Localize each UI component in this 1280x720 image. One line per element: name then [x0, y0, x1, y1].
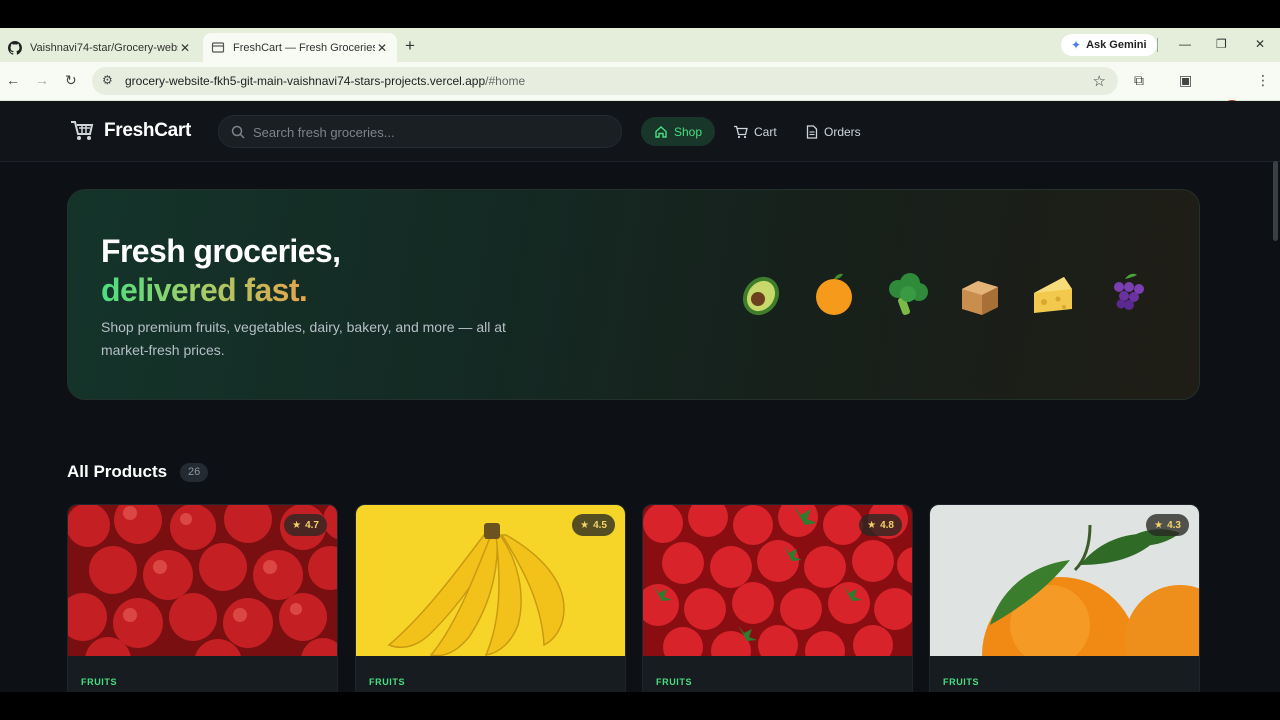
product-card[interactable]: ★ 4.7 FRUITS: [67, 504, 338, 692]
hero-emoji-row: [738, 268, 1149, 320]
reload-icon[interactable]: ↻: [65, 72, 77, 89]
site-info-icon[interactable]: ⚙: [102, 73, 113, 87]
product-category: FRUITS: [369, 677, 406, 687]
rating-badge: ★ 4.7: [284, 514, 327, 536]
products-count-badge: 26: [180, 463, 209, 482]
rating-badge: ★ 4.3: [1146, 514, 1189, 536]
gemini-label: Ask Gemini: [1086, 39, 1147, 51]
restore-icon[interactable]: ❐: [1216, 37, 1227, 51]
site-header: FreshCart Shop Cart Orders: [0, 101, 1280, 162]
rating-badge: ★ 4.5: [572, 514, 615, 536]
ask-gemini-button[interactable]: ✦ Ask Gemini: [1061, 34, 1157, 56]
tab-title: FreshCart — Fresh Groceries, D: [233, 41, 375, 54]
product-card[interactable]: ★ 4.3 FRUITS: [929, 504, 1200, 692]
product-category: FRUITS: [943, 677, 980, 687]
scrollbar[interactable]: [1273, 161, 1278, 241]
product-card[interactable]: ★ 4.8 FRUITS: [642, 504, 913, 692]
products-title: All Products: [67, 462, 168, 481]
divider: [1157, 38, 1158, 52]
product-category: FRUITS: [81, 677, 118, 687]
brand-logo[interactable]: FreshCart: [104, 120, 191, 142]
browser-window: Vaishnavi74-star/Grocery-webs ✕ FreshCar…: [0, 28, 1280, 692]
star-icon: ★: [580, 519, 590, 531]
nav-label: Orders: [824, 124, 861, 139]
home-icon: [655, 125, 667, 138]
nav-cart[interactable]: Cart: [720, 117, 790, 146]
nav-label: Shop: [674, 124, 703, 139]
product-card[interactable]: ★ 4.5 FRUITS: [355, 504, 626, 692]
menu-icon[interactable]: ⋮: [1256, 72, 1270, 89]
tab-strip: Vaishnavi74-star/Grocery-webs ✕ FreshCar…: [0, 28, 1280, 62]
search-input[interactable]: [253, 123, 603, 141]
star-icon: ★: [867, 519, 877, 531]
document-icon: [806, 124, 818, 139]
close-window-icon[interactable]: ✕: [1255, 37, 1265, 51]
address-bar[interactable]: ⚙ grocery-website-fkh5-git-main-vaishnav…: [92, 67, 1118, 95]
browser-toolbar: ← → ↻ ⚙ grocery-website-fkh5-git-main-va…: [0, 62, 1280, 100]
hero-subtitle: Shop premium fruits, vegetables, dairy, …: [101, 319, 506, 358]
hero-banner: Fresh groceries, delivered fast. Shop pr…: [67, 189, 1200, 400]
new-tab-button[interactable]: +: [405, 36, 415, 56]
star-icon: ★: [1154, 519, 1164, 531]
avocado-icon: [738, 268, 784, 320]
extensions-icon[interactable]: ⧉: [1134, 72, 1144, 89]
tab-title: Vaishnavi74-star/Grocery-webs: [30, 41, 178, 54]
nav-shop[interactable]: Shop: [641, 117, 716, 146]
search-box[interactable]: [218, 115, 622, 148]
forward-icon[interactable]: →: [35, 72, 49, 88]
reading-mode-icon[interactable]: ▣: [1179, 72, 1192, 89]
close-tab-icon[interactable]: ✕: [178, 41, 192, 55]
rating-badge: ★ 4.8: [859, 514, 902, 536]
product-category: FRUITS: [656, 677, 693, 687]
github-icon: [8, 40, 22, 55]
tab-github[interactable]: Vaishnavi74-star/Grocery-webs ✕: [0, 33, 200, 62]
cart-logo-icon[interactable]: [70, 120, 94, 142]
freshcart-page: FreshCart Shop Cart Orders Fresh grocer: [0, 101, 1280, 692]
hero-title: Fresh groceries, delivered fast.: [101, 233, 341, 308]
cheese-icon: [1030, 268, 1076, 320]
page-icon: [211, 41, 225, 55]
nav-label: Cart: [754, 124, 777, 139]
close-tab-icon[interactable]: ✕: [375, 41, 389, 55]
search-icon: [231, 125, 245, 139]
cart-icon: [734, 125, 748, 138]
grapes-icon: [1103, 268, 1149, 320]
url-text: grocery-website-fkh5-git-main-vaishnavi7…: [125, 74, 526, 88]
back-icon[interactable]: ←: [6, 72, 20, 88]
orange-icon: [811, 268, 857, 320]
star-icon: ★: [292, 519, 302, 531]
minimize-icon[interactable]: —: [1179, 37, 1191, 51]
bread-icon: [957, 268, 1003, 320]
gemini-icon: ✦: [1071, 38, 1082, 52]
tab-freshcart[interactable]: FreshCart — Fresh Groceries, D ✕: [203, 33, 397, 62]
bookmark-star-icon[interactable]: ☆: [1093, 72, 1106, 90]
broccoli-icon: [884, 268, 930, 320]
nav-orders[interactable]: Orders: [793, 117, 874, 146]
